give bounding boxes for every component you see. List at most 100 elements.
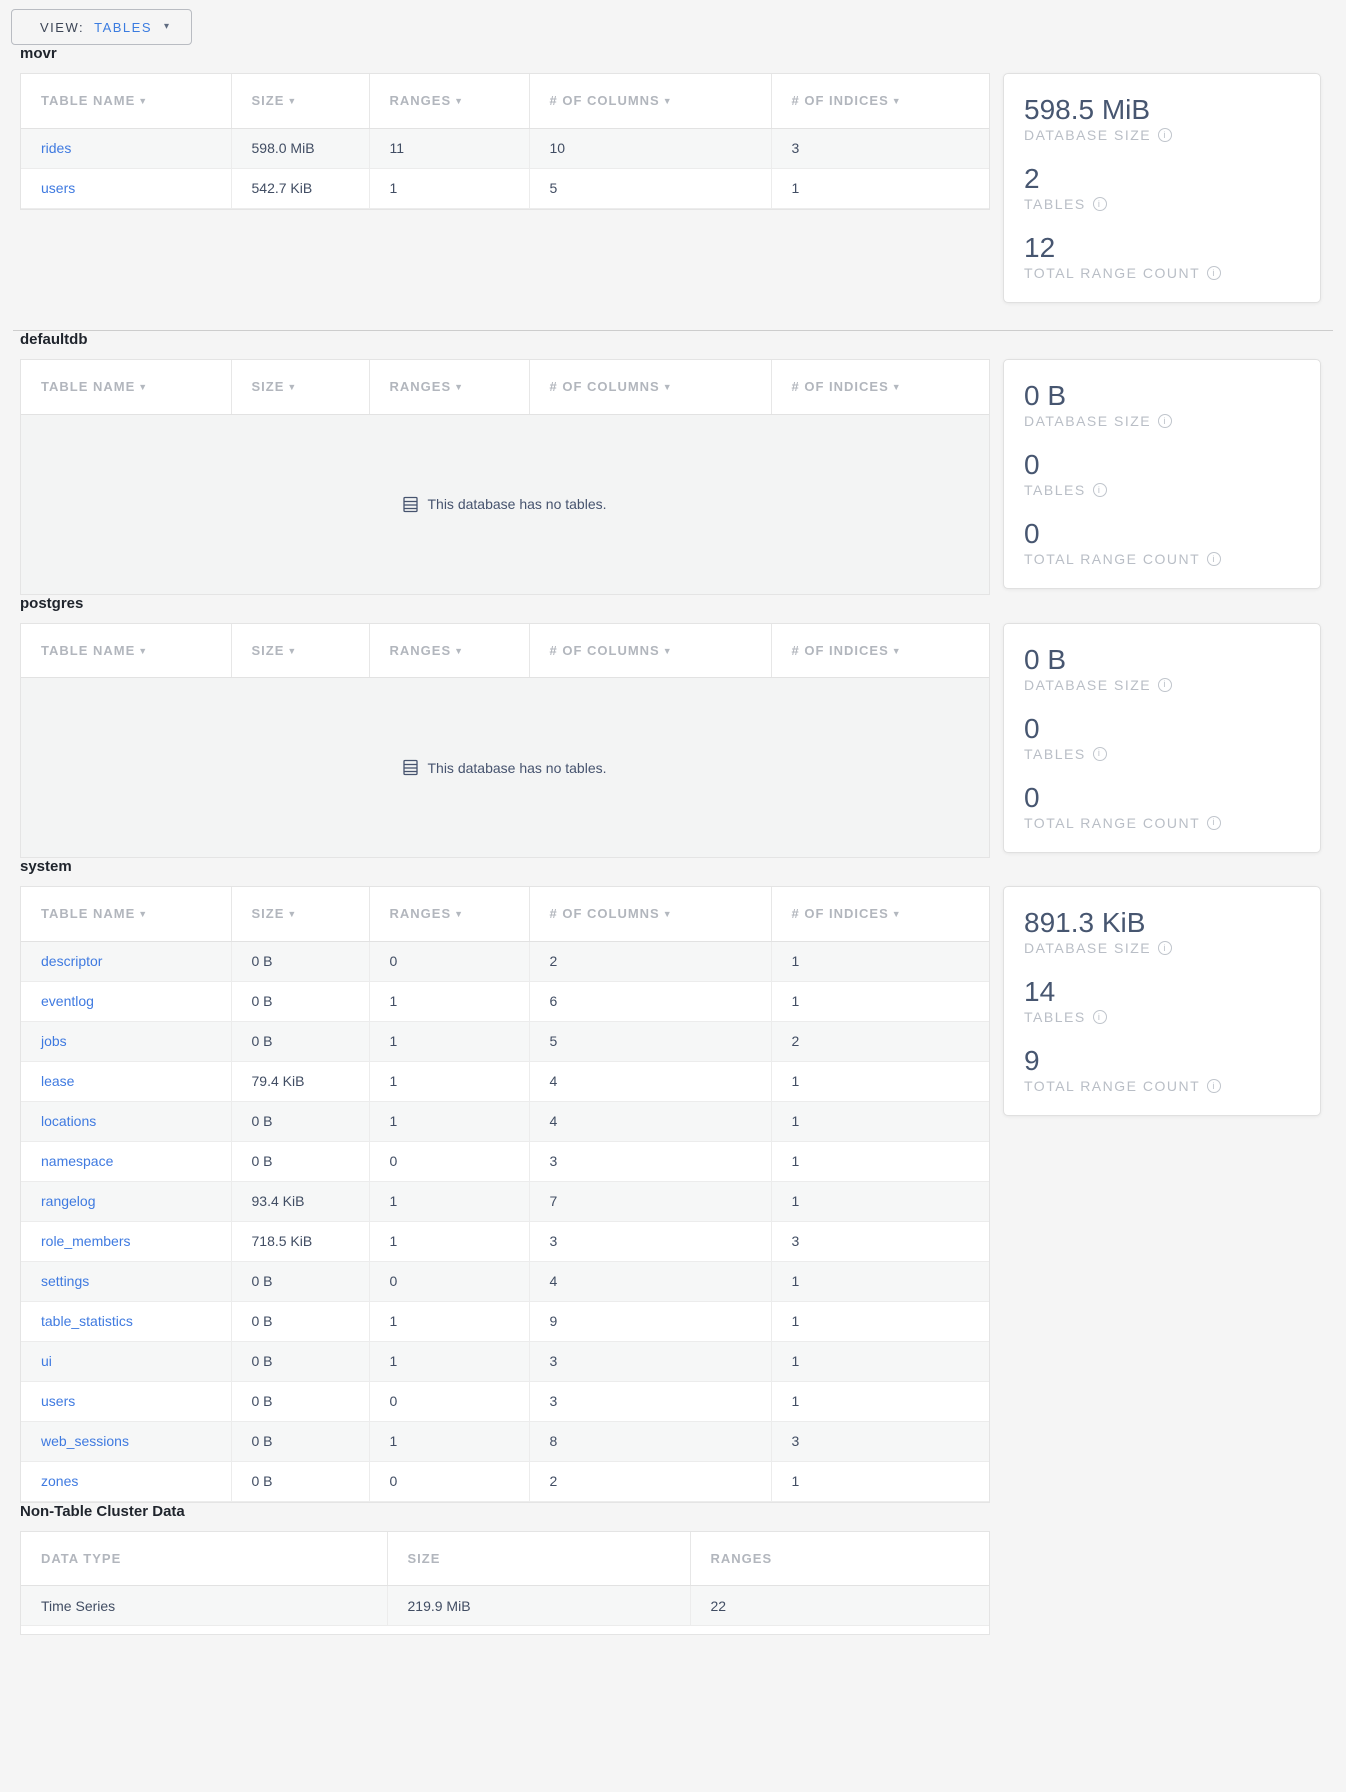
table-row: ui0 B131 [21,1341,989,1381]
table-name-link[interactable]: table_statistics [41,1313,133,1329]
tables-table: TABLE NAME▼ SIZE▼ RANGES▼ # OF COLUMNS▼ … [20,886,990,1503]
value-cell: 4 [529,1101,771,1141]
column-header-ranges[interactable]: RANGES▼ [369,624,529,678]
value-cell: 0 B [231,1141,369,1181]
info-icon[interactable]: i [1158,678,1172,692]
column-header-columns[interactable]: # OF COLUMNS▼ [529,74,771,128]
column-header-columns[interactable]: # OF COLUMNS▼ [529,624,771,678]
value-cell: 7 [529,1181,771,1221]
column-header-ranges[interactable]: RANGES▼ [369,887,529,941]
column-header-size: SIZE [387,1532,690,1586]
stat-value: 0 [1024,448,1300,481]
tables-table: TABLE NAME▼ SIZE▼ RANGES▼ # OF COLUMNS▼ … [20,623,990,859]
table-name-link[interactable]: rides [41,140,71,156]
info-icon[interactable]: i [1158,128,1172,142]
table-name-link[interactable]: web_sessions [41,1433,129,1449]
table-name-link[interactable]: rangelog [41,1193,96,1209]
value-cell: 3 [529,1141,771,1181]
column-header-columns[interactable]: # OF COLUMNS▼ [529,360,771,414]
info-icon[interactable]: i [1093,483,1107,497]
column-header-size[interactable]: SIZE▼ [231,624,369,678]
value-cell: 3 [529,1221,771,1261]
column-header-size[interactable]: SIZE▼ [231,887,369,941]
info-icon[interactable]: i [1093,197,1107,211]
value-cell: 1 [369,1061,529,1101]
sort-arrow-icon: ▼ [663,96,673,106]
value-cell: 1 [369,1301,529,1341]
value-cell: 1 [369,1181,529,1221]
stat-database-size: 0 B DATABASE SIZEi [1024,643,1300,693]
table-name-link[interactable]: settings [41,1273,89,1289]
value-cell: 1 [369,1021,529,1061]
database-name: movr [20,45,1346,63]
info-icon[interactable]: i [1158,414,1172,428]
table-row: lease79.4 KiB141 [21,1061,989,1101]
column-header-indices[interactable]: # OF INDICES▼ [771,74,989,128]
name-cell: jobs [21,1021,231,1061]
column-header-size[interactable]: SIZE▼ [231,360,369,414]
column-header-indices[interactable]: # OF INDICES▼ [771,360,989,414]
value-cell: 0 B [231,1101,369,1141]
value-cell: 1 [771,1461,989,1501]
value-cell: 0 [369,1141,529,1181]
value-cell: 0 B [231,941,369,981]
table-row: eventlog0 B161 [21,981,989,1021]
table-name-link[interactable]: jobs [41,1033,67,1049]
column-header-table-name[interactable]: TABLE NAME▼ [21,624,231,678]
value-cell: 598.0 MiB [231,128,369,168]
table-name-link[interactable]: descriptor [41,953,102,969]
table-row: users542.7 KiB151 [21,168,989,208]
column-header-ranges[interactable]: RANGES▼ [369,74,529,128]
database-summary-card: 0 B DATABASE SIZEi 0 TABLESi 0 TOTAL RAN… [1003,623,1321,853]
view-dropdown-label: VIEW: [40,20,84,35]
stat-table-count: 0 TABLESi [1024,448,1300,498]
column-header-table-name[interactable]: TABLE NAME▼ [21,74,231,128]
info-icon[interactable]: i [1158,941,1172,955]
table-body: Time Series219.9 MiB22 [21,1586,989,1626]
value-cell: 0 B [231,1381,369,1421]
value-cell: 0 B [231,1301,369,1341]
name-cell: table_statistics [21,1301,231,1341]
column-header-table-name[interactable]: TABLE NAME▼ [21,887,231,941]
table-name-link[interactable]: ui [41,1353,52,1369]
stat-range-count: 9 TOTAL RANGE COUNTi [1024,1044,1300,1094]
table-name-link[interactable]: users [41,1393,75,1409]
table-row: Time Series219.9 MiB22 [21,1586,989,1626]
sort-arrow-icon: ▼ [663,909,673,919]
value-cell: 5 [529,1021,771,1061]
database-name: postgres [20,595,1346,613]
column-header-columns[interactable]: # OF COLUMNS▼ [529,887,771,941]
value-cell: 1 [369,1421,529,1461]
info-icon[interactable]: i [1093,1010,1107,1024]
table-name-link[interactable]: role_members [41,1233,130,1249]
table-header-row: TABLE NAME▼ SIZE▼ RANGES▼ # OF COLUMNS▼ … [21,887,989,941]
info-icon[interactable]: i [1093,747,1107,761]
database-section-defaultdb: defaultdb TABLE NAME▼ SIZE▼ RANGES▼ # OF… [0,331,1346,595]
column-header-table-name[interactable]: TABLE NAME▼ [21,360,231,414]
value-cell: 0 [369,1261,529,1301]
info-icon[interactable]: i [1207,552,1221,566]
column-header-size[interactable]: SIZE▼ [231,74,369,128]
table-name-link[interactable]: lease [41,1073,74,1089]
value-cell: 0 B [231,981,369,1021]
stat-value: 0 [1024,712,1300,745]
value-cell: 0 B [231,1421,369,1461]
info-icon[interactable]: i [1207,266,1221,280]
column-header-ranges[interactable]: RANGES▼ [369,360,529,414]
table-name-link[interactable]: locations [41,1113,96,1129]
sort-arrow-icon: ▼ [138,909,148,919]
sort-arrow-icon: ▼ [663,382,673,392]
name-cell: zones [21,1461,231,1501]
value-cell: 93.4 KiB [231,1181,369,1221]
info-icon[interactable]: i [1207,1079,1221,1093]
info-icon[interactable]: i [1207,816,1221,830]
view-dropdown-button[interactable]: VIEW: TABLES ▾ [11,9,192,45]
table-name-link[interactable]: eventlog [41,993,94,1009]
table-name-link[interactable]: namespace [41,1153,113,1169]
table-name-link[interactable]: users [41,180,75,196]
column-header-indices[interactable]: # OF INDICES▼ [771,624,989,678]
name-cell: ui [21,1341,231,1381]
column-header-indices[interactable]: # OF INDICES▼ [771,887,989,941]
value-cell: 0 [369,1461,529,1501]
table-name-link[interactable]: zones [41,1473,78,1489]
